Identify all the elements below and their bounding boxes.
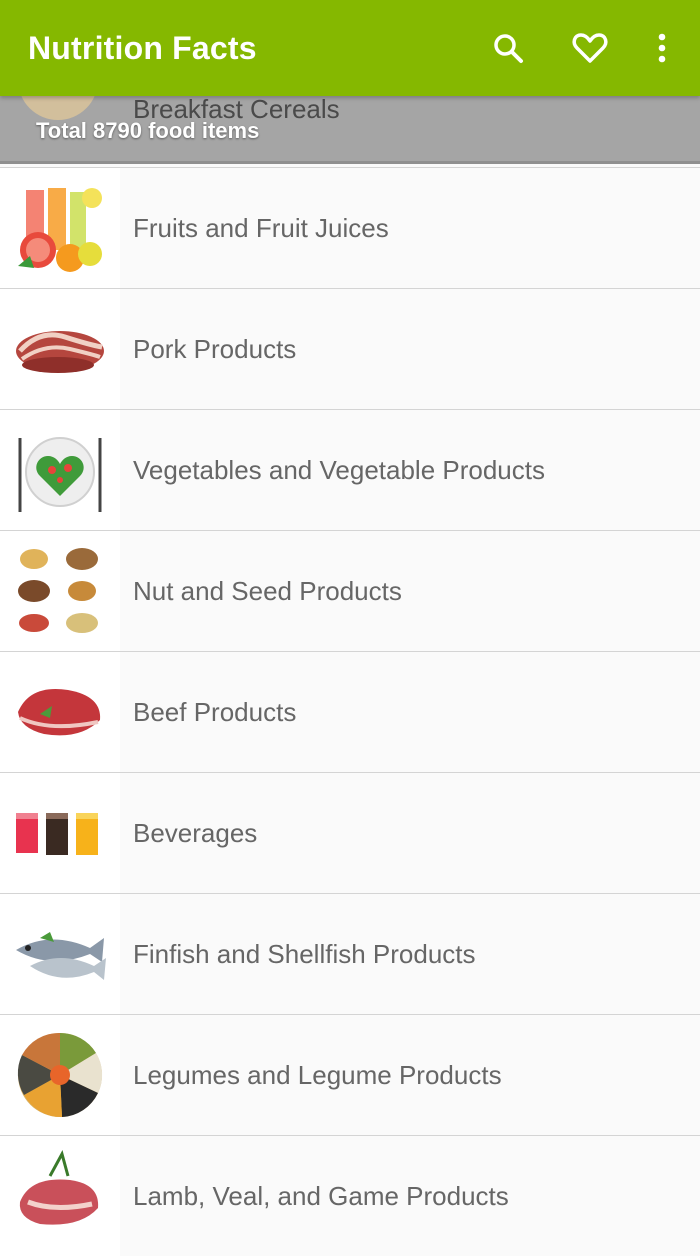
nuts-icon (0, 531, 120, 651)
list-item-label: Nut and Seed Products (133, 576, 402, 606)
total-items-label: Total 8790 food items (36, 118, 260, 143)
divider (0, 161, 700, 164)
list-item-pork[interactable]: Pork Products (0, 288, 700, 409)
list-item-beef[interactable]: Beef Products (0, 651, 700, 772)
fish-icon (0, 894, 120, 1014)
list-item-nuts[interactable]: Nut and Seed Products (0, 530, 700, 651)
beef-icon (0, 652, 120, 772)
list-item-fruits[interactable]: Fruits and Fruit Juices (0, 167, 700, 288)
legumes-icon (0, 1015, 120, 1135)
list-item-label: Fruits and Fruit Juices (133, 213, 389, 243)
vegetable-plate-icon (0, 410, 120, 530)
beverages-icon (0, 773, 120, 893)
more-options-button[interactable] (638, 24, 686, 72)
list-item-label: Pork Products (133, 334, 297, 364)
list-item-fish[interactable]: Finfish and Shellfish Products (0, 893, 700, 1014)
list-item-beverages[interactable]: Beverages (0, 772, 700, 893)
list-item-label: Finfish and Shellfish Products (133, 939, 476, 969)
heart-icon (572, 33, 608, 63)
list-item-label: Lamb, Veal, and Game Products (133, 1181, 509, 1211)
list-item-lamb[interactable]: Lamb, Veal, and Game Products (0, 1135, 700, 1256)
list-item-label: Vegetables and Vegetable Products (133, 455, 545, 485)
list-item-legumes[interactable]: Legumes and Legume Products (0, 1014, 700, 1135)
app-bar: Nutrition Facts (0, 0, 700, 96)
lamb-icon (0, 1136, 120, 1256)
list-item-label: Beverages (133, 818, 258, 848)
fruit-juice-icon (0, 168, 120, 288)
category-list: Fruits and Fruit Juices Pork Products Ve… (0, 167, 700, 1256)
more-vert-icon (658, 33, 666, 63)
favorites-button[interactable] (566, 24, 614, 72)
search-button[interactable] (484, 24, 532, 72)
list-item-label: Beef Products (133, 697, 297, 727)
app-title: Nutrition Facts (28, 30, 257, 66)
list-item-label: Legumes and Legume Products (133, 1060, 502, 1090)
search-icon (494, 34, 523, 63)
list-item-vegetables[interactable]: Vegetables and Vegetable Products (0, 409, 700, 530)
pork-icon (0, 289, 120, 409)
